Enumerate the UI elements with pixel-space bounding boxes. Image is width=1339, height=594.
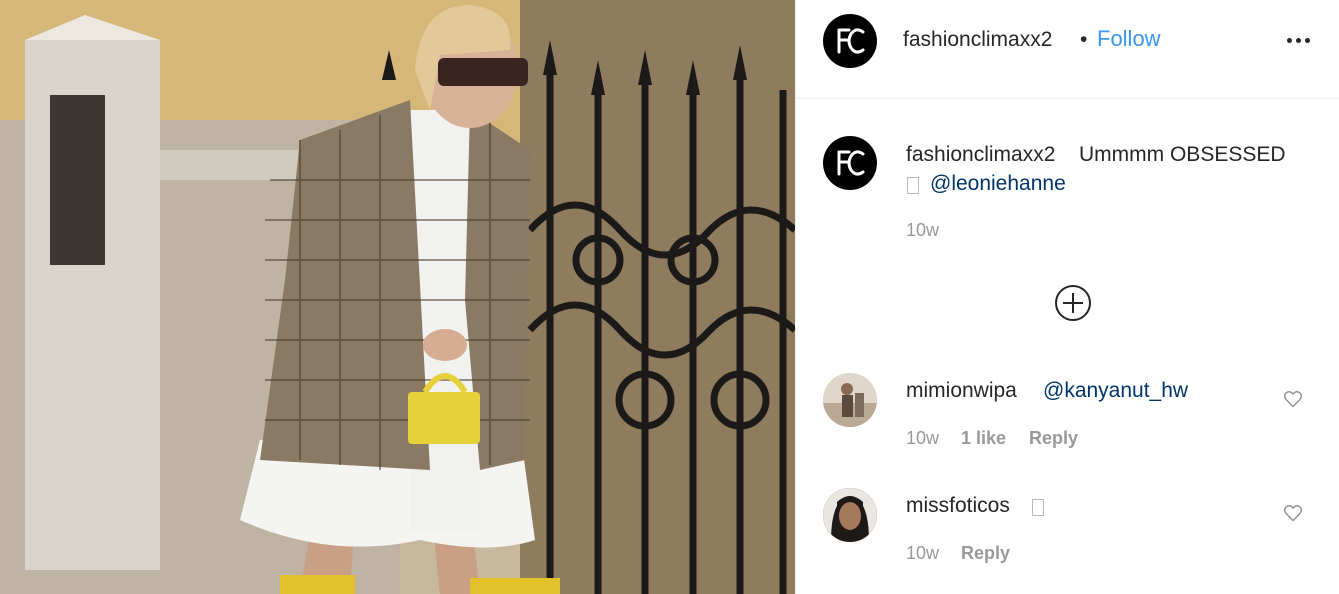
comment-username[interactable]: missfoticos [906,494,1010,518]
reply-button[interactable]: Reply [961,543,1010,564]
header-separator: • [1080,28,1088,51]
comment-likes-count[interactable]: 1 like [961,428,1006,449]
more-options-icon[interactable] [1283,28,1313,52]
reply-button[interactable]: Reply [1029,428,1078,449]
caption-avatar[interactable] [823,136,877,190]
heart-like-icon[interactable] [1283,503,1303,523]
author-avatar[interactable] [823,14,877,68]
comment-username[interactable]: mimionwipa [906,379,1017,403]
caption-mention-link[interactable]: @leoniehanne [930,172,1066,196]
heart-like-icon[interactable] [1283,389,1303,409]
fc-logo-icon [837,150,865,176]
author-username[interactable]: fashionclimaxx2 [903,28,1052,52]
emoji-placeholder-icon [1032,499,1044,516]
plus-circle-icon[interactable] [1054,284,1092,322]
caption-username[interactable]: fashionclimaxx2 [906,143,1055,167]
comment-timestamp[interactable]: 10w [906,428,939,449]
post-side-panel: fashionclimaxx2 • Follow fashionclimaxx2… [795,0,1339,594]
caption-text: Ummmm OBSESSED [1079,143,1286,166]
post-photo[interactable] [0,0,795,594]
avatar-photo [823,373,877,427]
comment-mention-link[interactable]: @kanyanut_hw [1043,379,1188,403]
follow-button[interactable]: Follow [1097,26,1161,52]
fc-logo-icon [837,28,865,54]
commenter-avatar[interactable] [823,488,877,542]
caption-timestamp[interactable]: 10w [906,220,939,241]
comment-timestamp[interactable]: 10w [906,543,939,564]
avatar-photo [823,488,877,542]
emoji-placeholder-icon [907,177,919,194]
photo-illustration [0,0,795,594]
post-header: fashionclimaxx2 • Follow [796,0,1339,99]
commenter-avatar[interactable] [823,373,877,427]
